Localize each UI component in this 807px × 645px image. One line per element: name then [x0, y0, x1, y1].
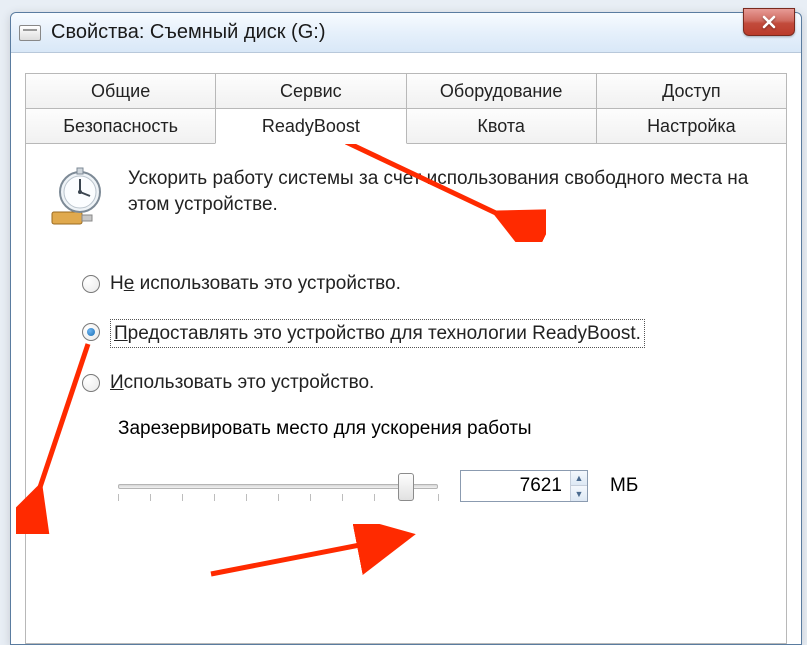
slider-thumb[interactable]: [398, 473, 414, 501]
radio-indicator: [82, 374, 100, 392]
close-button[interactable]: [743, 8, 795, 36]
properties-dialog: Свойства: Съемный диск (G:) Общие Сервис…: [10, 12, 802, 645]
reserve-spinbox[interactable]: ▲ ▼: [460, 470, 588, 502]
tab-readyboost[interactable]: ReadyBoost: [215, 108, 406, 144]
stopwatch-icon: [48, 166, 110, 237]
tabpanel-readyboost: Ускорить работу системы за счет использо…: [25, 144, 787, 644]
reserve-value-input[interactable]: [461, 471, 570, 501]
tab-general[interactable]: Общие: [25, 73, 216, 109]
tab-quota[interactable]: Квота: [406, 108, 597, 144]
close-icon: [761, 15, 777, 29]
tab-security[interactable]: Безопасность: [25, 108, 216, 144]
unit-label: МБ: [610, 475, 638, 497]
tabstrip: Общие Сервис Оборудование Доступ Безопас…: [25, 73, 787, 644]
radio-dedicate-readyboost[interactable]: Предоставлять это устройство для техноло…: [82, 319, 764, 349]
radio-label: Использовать это устройство.: [110, 370, 374, 396]
spin-down-button[interactable]: ▼: [571, 486, 587, 501]
slider-track: [118, 484, 438, 489]
client-area: Общие Сервис Оборудование Доступ Безопас…: [11, 53, 801, 644]
radio-label: Предоставлять это устройство для техноло…: [110, 319, 645, 349]
tab-tools[interactable]: Сервис: [215, 73, 406, 109]
annotation-arrow: [206, 524, 426, 584]
titlebar[interactable]: Свойства: Съемный диск (G:): [11, 13, 801, 53]
radio-label: Не использовать это устройство.: [110, 271, 401, 297]
intro-text: Ускорить работу системы за счет использо…: [128, 166, 764, 237]
tab-sharing[interactable]: Доступ: [596, 73, 787, 109]
radio-use-device[interactable]: Использовать это устройство.: [82, 370, 764, 396]
window-title: Свойства: Съемный диск (G:): [51, 21, 325, 44]
radio-group: Не использовать это устройство. Предоста…: [82, 271, 764, 396]
spin-up-button[interactable]: ▲: [571, 471, 587, 487]
reserve-label: Зарезервировать место для ускорения рабо…: [118, 418, 764, 440]
tab-customize[interactable]: Настройка: [596, 108, 787, 144]
radio-indicator: [82, 275, 100, 293]
slider-ticks: [118, 494, 438, 502]
tab-hardware[interactable]: Оборудование: [406, 73, 597, 109]
radio-do-not-use[interactable]: Не использовать это устройство.: [82, 271, 764, 297]
reserve-slider[interactable]: [118, 470, 438, 502]
radio-indicator: [82, 323, 100, 341]
drive-icon: [19, 25, 41, 41]
